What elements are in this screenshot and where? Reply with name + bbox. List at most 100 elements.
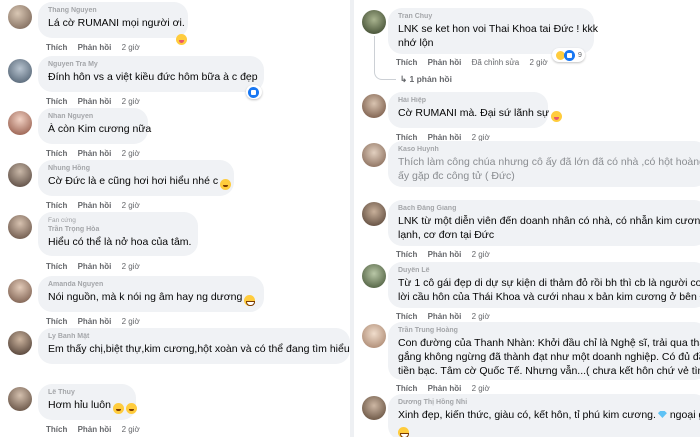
like-button[interactable]: Thích xyxy=(396,384,417,393)
commenter-name[interactable]: Bach Đăng Giang xyxy=(398,204,698,214)
comment-time[interactable]: 2 giờ xyxy=(122,262,140,271)
comment-actions: Thích Phản hồi 2 giờ xyxy=(46,97,148,106)
tongue-emoji-icon: tongue xyxy=(551,111,563,122)
avatar[interactable] xyxy=(8,331,32,355)
comment-bubble: Kaso Huynh Thích làm công chúa nhưng cô … xyxy=(388,141,700,187)
comment-bubble: Trần Trung Hoàng Con đường của Thanh Nhà… xyxy=(388,322,700,380)
reply-button[interactable]: Phản hồi xyxy=(78,97,112,106)
commenter-name[interactable]: Dương Thị Hồng Nhi xyxy=(398,398,698,408)
comment-text-line: Xinh đẹp, kiến thức, giàu có, kết hôn, t… xyxy=(398,409,700,421)
reply-button[interactable]: Phản hồi xyxy=(428,312,462,321)
view-replies-link[interactable]: ↳ 1 phản hồi xyxy=(400,74,452,85)
avatar[interactable] xyxy=(8,387,32,411)
commenter-name[interactable]: Nhan Nguyen xyxy=(48,112,138,122)
reply-button[interactable]: Phản hồi xyxy=(78,425,112,434)
comment-screenshots: Thang Nguyen Lá cờ RUMANI mọi người ơi. … xyxy=(0,0,700,437)
comment-text-line: lời cầu hôn của Thái Khoa và cưới nhau x… xyxy=(398,291,700,303)
avatar[interactable] xyxy=(362,94,386,118)
reply-button[interactable]: Phản hồi xyxy=(428,384,462,393)
comment-actions: Thích Phản hồi 2 giờ xyxy=(396,384,498,393)
comment-bubble: Thang Nguyen Lá cờ RUMANI mọi người ơi. xyxy=(38,2,188,38)
avatar[interactable] xyxy=(362,202,386,226)
comment-text-line: LNK se ket hon voi Thai Khoa tai Đức ! k… xyxy=(398,23,599,35)
comment-text-line: Thích làm công chúa nhưng cô ấy đã lớn đ… xyxy=(398,156,700,168)
like-button[interactable]: Thích xyxy=(46,425,67,434)
comment-text-line: Con đường của Thanh Nhàn: Khởi đầu chỉ l… xyxy=(398,337,700,349)
comment-time[interactable]: 2 giờ xyxy=(122,317,140,326)
comment-text: Cờ Đức là e cũng hơi hơi hiểu nhé claugh xyxy=(48,174,232,190)
comment-text-line: Cờ RUMANI mà. Đại sứ lãnh sựtongue xyxy=(398,106,563,122)
commenter-name[interactable]: Tran Chuy xyxy=(398,12,584,22)
avatar[interactable] xyxy=(362,324,386,348)
like-button[interactable]: Thích xyxy=(46,149,67,158)
comment-text: Hiểu có thể là nở hoa của tâm. xyxy=(48,236,192,248)
comment-text: Nói nguồn, mà k nói ng âm hay ng dươnggr… xyxy=(48,290,256,306)
reply-button[interactable]: Phản hồi xyxy=(78,201,112,210)
comment-time[interactable]: 2 giờ xyxy=(122,425,140,434)
like-button[interactable]: Thích xyxy=(396,250,417,259)
avatar[interactable] xyxy=(8,111,32,135)
avatar[interactable] xyxy=(362,10,386,34)
avatar[interactable] xyxy=(362,143,386,167)
comment-time[interactable]: 2 giờ xyxy=(122,149,140,158)
comment-bubble: Ly Banh Mật Em thấy chị,biệt thự,kim cươ… xyxy=(38,328,350,364)
reply-button[interactable]: Phản hồi xyxy=(428,58,462,67)
tongue-emoji-icon: tongue xyxy=(176,34,187,45)
comment-time[interactable]: 2 giờ xyxy=(472,250,490,259)
avatar[interactable] xyxy=(362,264,386,288)
reply-button[interactable]: Phản hồi xyxy=(78,43,112,52)
like-button[interactable]: Thích xyxy=(46,317,67,326)
right-comment-panel: Tran Chuy LNK se ket hon voi Thai Khoa t… xyxy=(354,0,700,437)
reaction-count: 9 xyxy=(578,51,582,59)
reaction-badge[interactable]: 9 xyxy=(552,48,585,62)
like-button[interactable]: Thích xyxy=(46,262,67,271)
like-button[interactable]: Thích xyxy=(396,58,417,67)
comment-bubble: Nhung Hồng Cờ Đức là e cũng hơi hơi hiểu… xyxy=(38,160,234,196)
laughing-emoji-icon: laugh xyxy=(220,179,232,190)
comment-time[interactable]: 2 giờ xyxy=(122,201,140,210)
comment-actions: Thích Phản hồi 2 giờ xyxy=(46,425,148,434)
like-button[interactable]: Thích xyxy=(46,201,67,210)
comment-bubble: Nhan Nguyen À còn Kim cương nữa xyxy=(38,108,151,144)
commenter-name[interactable]: Thang Nguyen xyxy=(48,6,178,16)
commenter-name[interactable]: Amanda Nguyen xyxy=(48,280,254,290)
reply-button[interactable]: Phản hồi xyxy=(78,317,112,326)
reaction-badge[interactable] xyxy=(246,85,262,99)
commenter-name[interactable]: Hải Hiệp xyxy=(398,96,538,106)
avatar[interactable] xyxy=(8,279,32,303)
commenter-name[interactable]: Lê Thuy xyxy=(48,388,126,398)
commenter-name[interactable]: Duyên Lê xyxy=(398,266,698,276)
avatar[interactable] xyxy=(362,396,386,420)
comment-time[interactable]: 2 giờ xyxy=(472,312,490,321)
like-button[interactable]: Thích xyxy=(46,97,67,106)
reply-button[interactable]: Phản hồi xyxy=(428,250,462,259)
avatar[interactable] xyxy=(8,215,32,239)
comment-time[interactable]: 2 giờ xyxy=(529,58,547,67)
commenter-name[interactable]: Nguyen Tra My xyxy=(48,60,254,70)
avatar[interactable] xyxy=(8,5,32,29)
commenter-name[interactable]: Trần Trọng Hòa xyxy=(48,225,188,235)
avatar[interactable] xyxy=(8,163,32,187)
comment-text: Đính hôn vs a việt kiều đức hôm bữa à c … xyxy=(48,71,258,83)
avatar[interactable] xyxy=(8,59,32,83)
comment-text-line: gắng không ngừng đã thành đạt như một do… xyxy=(398,351,700,363)
reply-button[interactable]: Phản hồi xyxy=(78,262,112,271)
commenter-name[interactable]: Nhung Hồng xyxy=(48,164,224,174)
commenter-name[interactable]: Ly Banh Mật xyxy=(48,332,340,342)
comment-text-line: grin xyxy=(398,422,698,437)
comment-bubble: Amanda Nguyen Nói nguồn, mà k nói ng âm … xyxy=(38,276,264,312)
grinning-emoji-icon: grin xyxy=(398,427,409,437)
comment-bubble: Dương Thị Hồng Nhi Xinh đẹp, kiến thức, … xyxy=(388,394,700,437)
like-button[interactable]: Thích xyxy=(46,43,67,52)
comment-time[interactable]: 2 giờ xyxy=(472,384,490,393)
commenter-name[interactable]: Kaso Huynh xyxy=(398,145,698,155)
comment-time[interactable]: 2 giờ xyxy=(122,43,140,52)
comment-bubble: Duyên Lê Từ 1 cô gái đẹp di dự sự kiện d… xyxy=(388,262,700,308)
comment-bubble: Hải Hiệp Cờ RUMANI mà. Đại sứ lãnh sựton… xyxy=(388,92,563,128)
laughing-emoji-icon: laugh xyxy=(125,403,137,414)
commenter-name[interactable]: Trần Trung Hoàng xyxy=(398,326,698,336)
comment-time[interactable]: 2 giờ xyxy=(122,97,140,106)
edited-label[interactable]: Đã chỉnh sửa xyxy=(472,58,520,67)
like-button[interactable]: Thích xyxy=(396,312,417,321)
reply-button[interactable]: Phản hồi xyxy=(78,149,112,158)
